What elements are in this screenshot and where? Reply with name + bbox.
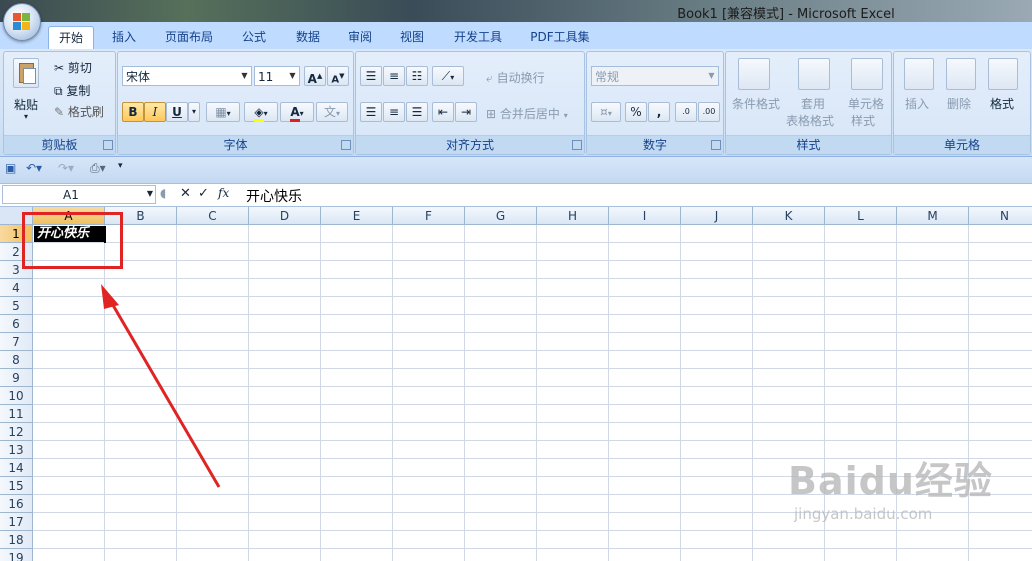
- watermark-url: jingyan.baidu.com: [794, 505, 933, 523]
- office-button[interactable]: [3, 3, 41, 41]
- watermark-brand: Baidu经验: [788, 459, 993, 503]
- office-logo-icon: [13, 13, 31, 31]
- watermark: Baidu经验 jingyan.baidu.com: [788, 450, 993, 523]
